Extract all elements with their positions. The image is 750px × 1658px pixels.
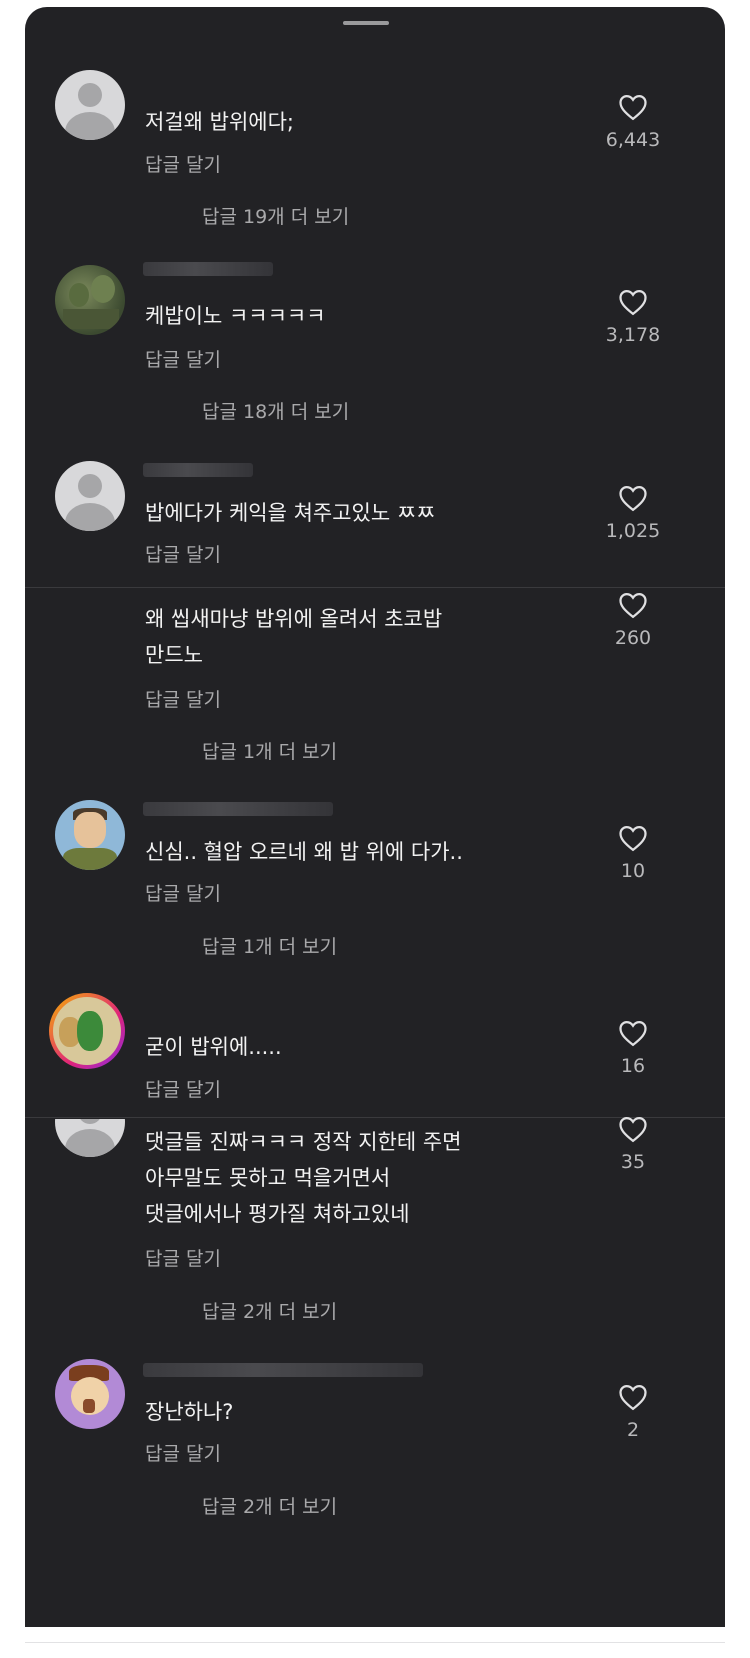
heart-icon — [619, 289, 647, 316]
view-more-replies-button[interactable]: 답글 1개 더 보기 — [202, 737, 337, 764]
like-count: 6,443 — [605, 129, 661, 151]
like-count: 260 — [614, 627, 652, 649]
username-blurred — [143, 463, 253, 477]
like-button[interactable]: 3,178 — [589, 288, 677, 346]
reply-button[interactable]: 답글 달기 — [145, 150, 221, 177]
like-button[interactable]: 35 — [589, 1115, 677, 1173]
avatar[interactable] — [55, 1359, 125, 1429]
avatar[interactable] — [55, 70, 125, 140]
reply-button[interactable]: 답글 달기 — [145, 1075, 221, 1102]
view-more-replies-button[interactable]: 답글 2개 더 보기 — [202, 1492, 337, 1519]
comment-text: 저걸왜 밥위에다; — [145, 110, 294, 134]
like-button[interactable]: 16 — [589, 1019, 677, 1077]
bottom-divider — [25, 1642, 725, 1643]
like-button[interactable]: 6,443 — [589, 93, 677, 151]
reply-button[interactable]: 답글 달기 — [145, 685, 221, 712]
like-count: 16 — [620, 1055, 646, 1077]
reply-button[interactable]: 답글 달기 — [145, 1439, 221, 1466]
like-count: 1,025 — [605, 520, 661, 542]
heart-icon — [619, 94, 647, 121]
comment-text: 밥에다가 케익을 쳐주고있노 ㅉㅉ — [145, 501, 436, 525]
avatar[interactable] — [55, 265, 125, 335]
like-count: 10 — [620, 860, 646, 882]
comment-text: 장난하나? — [145, 1400, 234, 1424]
view-more-replies-button[interactable]: 답글 2개 더 보기 — [202, 1297, 337, 1324]
avatar[interactable] — [55, 461, 125, 531]
avatar[interactable] — [49, 993, 125, 1069]
heart-icon — [619, 1020, 647, 1047]
heart-icon — [619, 1116, 647, 1143]
comment-text: 왜 씹새마냥 밥위에 올려서 초코밥 만드노 — [145, 607, 443, 667]
like-count: 2 — [626, 1419, 640, 1441]
comment-text: 댓글들 진짜ㅋㅋㅋ 정작 지한테 주면 아무말도 못하고 먹을거면서 댓글에서나… — [145, 1130, 462, 1226]
heart-icon — [619, 592, 647, 619]
reply-button[interactable]: 답글 달기 — [145, 1244, 221, 1271]
like-button[interactable]: 260 — [589, 591, 677, 649]
comments-sheet: 저걸왜 밥위에다; 답글 달기 답글 19개 더 보기 6,443 케밥이노 ㅋ… — [25, 7, 725, 1627]
username-blurred — [143, 802, 333, 816]
like-button[interactable]: 1,025 — [589, 484, 677, 542]
reply-button[interactable]: 답글 달기 — [145, 540, 221, 567]
like-button[interactable]: 10 — [589, 824, 677, 882]
username-blurred — [143, 1363, 423, 1377]
heart-icon — [619, 485, 647, 512]
reply-button[interactable]: 답글 달기 — [145, 879, 221, 906]
heart-icon — [619, 1384, 647, 1411]
view-more-replies-button[interactable]: 답글 18개 더 보기 — [202, 397, 349, 424]
drag-handle[interactable] — [343, 21, 389, 25]
heart-icon — [619, 825, 647, 852]
comment-text: 굳이 밥위에..... — [145, 1035, 282, 1059]
like-button[interactable]: 2 — [589, 1383, 677, 1441]
view-more-replies-button[interactable]: 답글 1개 더 보기 — [202, 932, 337, 959]
divider — [25, 587, 725, 588]
like-count: 3,178 — [605, 324, 661, 346]
avatar[interactable] — [55, 800, 125, 870]
comment-text: 신심.. 혈압 오르네 왜 밥 위에 다가.. — [145, 840, 463, 864]
comment-text: 케밥이노 ㅋㅋㅋㅋㅋ — [145, 304, 326, 328]
username-blurred — [143, 262, 273, 276]
like-count: 35 — [620, 1151, 646, 1173]
view-more-replies-button[interactable]: 답글 19개 더 보기 — [202, 202, 349, 229]
reply-button[interactable]: 답글 달기 — [145, 345, 221, 372]
avatar[interactable] — [55, 1119, 125, 1157]
